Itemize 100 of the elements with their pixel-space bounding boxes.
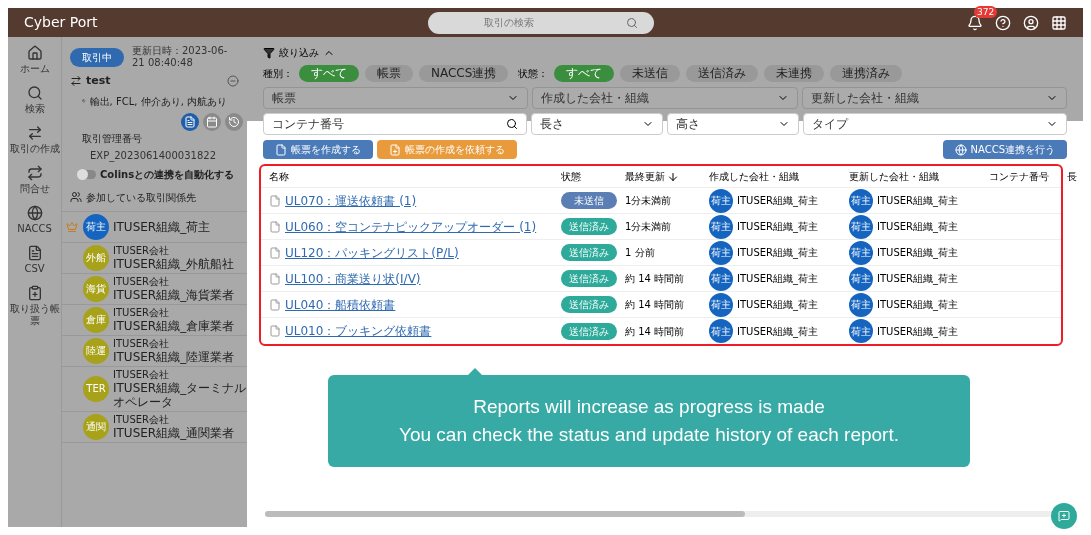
company-name: ITUSER会社: [113, 337, 170, 350]
org-name: ITUSER組織_荷主: [737, 298, 818, 312]
column-header: 更新した会社・組織: [849, 170, 940, 184]
org-name: ITUSER組織_荷主: [113, 219, 211, 234]
filter-chip[interactable]: 帳票: [365, 65, 413, 82]
file-icon: [269, 325, 281, 337]
search-icon: [506, 118, 518, 130]
arrows-icon: [70, 75, 82, 88]
filter-chip[interactable]: NACCS連携: [419, 65, 509, 82]
company-name: ITUSER会社: [113, 413, 170, 426]
section-title: 参加している取引関係先: [86, 190, 196, 205]
filter-chip[interactable]: 未連携: [764, 65, 825, 82]
nav-item[interactable]: ホーム: [7, 45, 62, 75]
search-field[interactable]: コンテナ番号: [263, 113, 527, 135]
org-name: ITUSER組織_荷主: [877, 324, 958, 339]
updated-cell-text: 1分未満前: [625, 220, 673, 234]
avatar: 荷主: [849, 188, 873, 213]
notification-icon[interactable]: [967, 14, 983, 31]
deal-tags: 輸出, FCL, 仲介あり, 内航あり: [89, 93, 227, 109]
avatar: 荷主: [849, 319, 873, 343]
report-link[interactable]: UL120：パッキングリスト(P/L): [285, 243, 459, 262]
org-name: ITUSER組織_荷主: [877, 272, 958, 286]
status-badge: 送信済み: [561, 244, 617, 261]
org-name: ITUSER組織_海貨業者: [113, 287, 235, 302]
arrows-icon: [26, 125, 43, 141]
nav-item[interactable]: 取引の作成: [7, 125, 62, 155]
file-icon: [269, 220, 281, 233]
crown-icon: [66, 220, 78, 233]
participant-row[interactable]: 荷主 ITUSER組織_荷主: [62, 211, 247, 243]
column-header: 作成した会社・組織: [709, 170, 800, 184]
avatar: 荷主: [709, 240, 733, 265]
nav-item[interactable]: NACCS: [7, 205, 62, 235]
status-badge: 送信済み: [561, 218, 617, 235]
callout-text: You can check the status and update history of each report.: [399, 423, 899, 447]
org-name: ITUSER組織_荷主: [737, 246, 818, 260]
account-icon[interactable]: [1023, 14, 1039, 31]
filter-chip[interactable]: 送信済み: [686, 65, 759, 82]
history-icon[interactable]: [225, 112, 243, 131]
help-icon[interactable]: [995, 14, 1011, 31]
org-name: ITUSER組織_荷主: [877, 220, 958, 234]
clipboard-icon: [26, 285, 43, 301]
filter-chip[interactable]: 連携済み: [830, 65, 903, 82]
filter-chip[interactable]: すべて: [299, 65, 359, 82]
org-name: ITUSER組織_荷主: [877, 246, 958, 260]
file-icon: [269, 246, 281, 259]
avatar: 荷主: [849, 214, 873, 239]
avatar: TER: [83, 375, 109, 402]
create-report-button[interactable]: 帳票を作成する: [263, 140, 373, 159]
nav-item[interactable]: 問合せ: [7, 165, 62, 195]
filter-chip[interactable]: 未送信: [620, 65, 681, 82]
sort-arrow-icon[interactable]: [667, 170, 679, 183]
report-link[interactable]: UL010：ブッキング依頼書: [285, 322, 432, 340]
naccs-button[interactable]: NACCS連携を行う: [942, 140, 1067, 159]
nav-item[interactable]: CSV: [7, 245, 62, 275]
select-field[interactable]: 高さ: [667, 113, 799, 135]
column-header: 長: [1067, 170, 1077, 184]
calendar-icon[interactable]: [203, 112, 221, 131]
report-link[interactable]: UL070：運送依頼書 (1): [285, 191, 417, 210]
updated-cell-text: 約 14 時間前: [625, 298, 686, 312]
participant-row[interactable]: TER ITUSER会社 ITUSER組織_ターミナルオペレータ: [62, 366, 247, 412]
select-field[interactable]: 作成した会社・組織: [532, 87, 798, 109]
avatar: 荷主: [709, 214, 733, 239]
report-link[interactable]: UL060：空コンテナピックアップオーダー (1): [285, 217, 537, 236]
column-header: 最終更新: [625, 169, 709, 184]
select-field[interactable]: 帳票: [263, 87, 529, 109]
avatar: 陸運: [83, 337, 109, 364]
avatar: 通関: [83, 413, 109, 440]
nav-item[interactable]: 検索: [7, 85, 62, 115]
scrollbar[interactable]: [265, 511, 745, 517]
avatar: 荷主: [849, 292, 873, 317]
avatar: 荷主: [709, 292, 733, 317]
swap-icon: [26, 165, 43, 181]
logo: Cyber Port: [24, 13, 99, 32]
document-icon: [26, 245, 43, 261]
globe-icon: [26, 205, 43, 221]
select-field[interactable]: 長さ: [531, 113, 663, 135]
avatar: 荷主: [849, 240, 873, 265]
collapse-icon[interactable]: [227, 75, 239, 88]
type-label: 種別：: [263, 67, 293, 81]
nav-item[interactable]: 取り扱う帳票: [7, 285, 62, 327]
notification-badge: 372: [974, 5, 998, 18]
avatar: 荷主: [83, 213, 109, 240]
select-field[interactable]: タイプ: [803, 113, 1067, 135]
globe-icon: [954, 143, 967, 156]
report-link[interactable]: UL100：商業送り状(I/V): [285, 269, 421, 288]
org-name: ITUSER組織_外航船社: [113, 256, 235, 271]
search-field[interactable]: 取引の検索: [428, 11, 654, 34]
filter-chip[interactable]: すべて: [554, 65, 615, 82]
toggle-switch[interactable]: [78, 169, 96, 179]
document-icon[interactable]: [181, 112, 199, 131]
apps-icon[interactable]: [1051, 14, 1067, 31]
home-icon: [26, 45, 43, 61]
report-link[interactable]: UL040：船積依頼書: [285, 295, 396, 314]
select-field[interactable]: 更新した会社・組織: [801, 87, 1067, 109]
column-header: 名称: [269, 170, 290, 184]
org-name: ITUSER組織_通関業者: [113, 425, 235, 440]
avatar: 倉庫: [83, 306, 109, 333]
callout-text: Reports will increase as progress is made: [473, 395, 825, 419]
avatar: 荷主: [849, 266, 873, 291]
org-name: ITUSER組織_荷主: [737, 194, 818, 208]
